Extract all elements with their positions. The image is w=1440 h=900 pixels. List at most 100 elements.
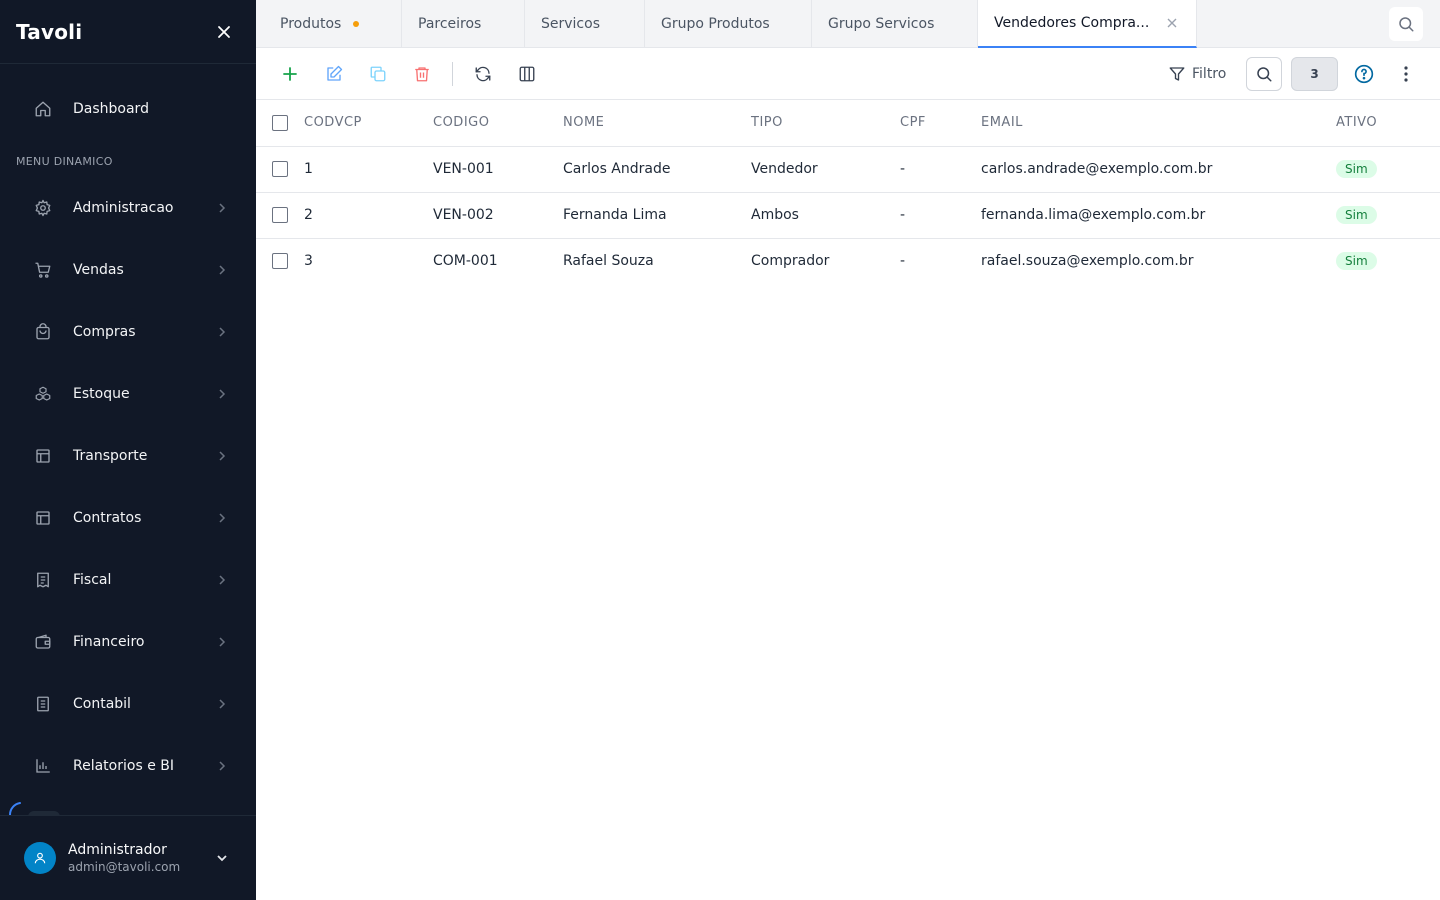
tab-produtos[interactable]: Produtos xyxy=(256,0,402,48)
sidebar-item-transporte[interactable]: Transporte xyxy=(16,432,240,480)
sidebar-item-relatorios-bi[interactable]: Relatorios e BI xyxy=(16,742,240,790)
row-select-cell xyxy=(256,238,304,284)
sidebar-header: Tavoli xyxy=(0,0,256,64)
table-row[interactable]: 3 COM-001 Rafael Souza Comprador - rafae… xyxy=(256,238,1440,284)
cell-nome: Rafael Souza xyxy=(563,253,654,270)
help-button[interactable] xyxy=(1351,61,1377,87)
sidebar-item-label: Contratos xyxy=(73,510,142,526)
tab-grupo-produtos[interactable]: Grupo Produtos xyxy=(645,0,812,48)
close-sidebar-button[interactable] xyxy=(212,20,236,44)
sidebar-item-compras[interactable]: Compras xyxy=(16,308,240,356)
column-header-cpf[interactable]: CPF xyxy=(900,100,981,147)
sidebar-item-administracao[interactable]: Administracao xyxy=(16,184,240,232)
edit-icon xyxy=(327,65,343,81)
user-icon xyxy=(34,852,46,864)
cell-nome: Fernanda Lima xyxy=(563,192,751,239)
table-search-button[interactable] xyxy=(1246,57,1282,91)
cell-email: fernanda.lima@exemplo.com.br xyxy=(981,192,1336,239)
tab-servicos[interactable]: Servicos xyxy=(525,0,645,48)
cell-codigo: COM-001 xyxy=(433,253,498,270)
tab-label: Grupo Servicos xyxy=(828,16,935,32)
cell-ativo: Sim xyxy=(1336,192,1440,239)
sidebar: Tavoli Dashboard MENU DINAMICO Administr… xyxy=(0,0,256,900)
sidebar-item-label: Relatorios e BI xyxy=(73,758,174,774)
sidebar-item-contabil[interactable]: Contabil xyxy=(16,680,240,728)
help-icon xyxy=(1354,64,1374,84)
cell-codigo: VEN-002 xyxy=(433,192,563,239)
close-tab-icon[interactable] xyxy=(1165,16,1179,30)
cell-codigo: VEN-001 xyxy=(433,146,563,193)
home-icon xyxy=(30,96,56,122)
cell-tipo: Ambos xyxy=(751,192,900,239)
trash-icon xyxy=(415,67,429,82)
sidebar-item-label: Administracao xyxy=(73,200,174,216)
tab-vendedores-compradores[interactable]: Vendedores Compra... xyxy=(978,0,1197,48)
row-checkbox[interactable] xyxy=(272,207,288,223)
receipt-icon xyxy=(30,567,56,593)
layout-icon xyxy=(30,443,56,469)
refresh-icon xyxy=(475,66,491,82)
sidebar-nav: Dashboard MENU DINAMICO Administracao Ve… xyxy=(0,64,256,815)
data-table: CODVCP CODIGO NOME TIPO CPF EMAIL ATIVO … xyxy=(256,100,1440,284)
menu-section-label: MENU DINAMICO xyxy=(16,155,113,168)
cell-tipo: Comprador xyxy=(751,253,830,270)
select-all-checkbox[interactable] xyxy=(272,114,288,131)
user-name: Administrador xyxy=(68,842,167,858)
duplicate-button[interactable] xyxy=(364,60,392,88)
gear-icon xyxy=(30,195,56,221)
tab-parceiros[interactable]: Parceiros xyxy=(402,0,525,48)
sidebar-item-contratos[interactable]: Contratos xyxy=(16,494,240,542)
more-options-button[interactable] xyxy=(1396,61,1416,87)
sidebar-item-vendas[interactable]: Vendas xyxy=(16,246,240,294)
tab-label: Servicos xyxy=(541,16,600,32)
main-content: Produtos Parceiros Servicos Grupo Produt… xyxy=(256,0,1440,900)
sidebar-item-financeiro[interactable]: Financeiro xyxy=(16,618,240,666)
sidebar-item-dashboard[interactable]: Dashboard xyxy=(16,85,240,133)
chevron-right-icon xyxy=(212,694,232,714)
edit-button[interactable] xyxy=(320,60,348,88)
bar-chart-icon xyxy=(30,753,56,779)
sidebar-item-label: Fiscal xyxy=(73,572,112,588)
wallet-icon xyxy=(30,629,56,655)
toolbar: Filtro 3 xyxy=(256,48,1440,100)
tab-label: Vendedores Compra... xyxy=(994,15,1150,31)
tab-bar: Produtos Parceiros Servicos Grupo Produt… xyxy=(256,0,1440,48)
table-header-row: CODVCP CODIGO NOME TIPO CPF EMAIL ATIVO xyxy=(256,100,1440,147)
app-title: Tavoli xyxy=(16,19,83,44)
chevron-right-icon xyxy=(212,632,232,652)
boxes-icon xyxy=(30,381,56,407)
delete-button[interactable] xyxy=(408,60,436,88)
sidebar-item-estoque[interactable]: Estoque xyxy=(16,370,240,418)
columns-button[interactable] xyxy=(513,60,541,88)
column-header-codigo[interactable]: CODIGO xyxy=(433,100,563,147)
row-checkbox[interactable] xyxy=(272,253,288,270)
sidebar-item-fiscal[interactable]: Fiscal xyxy=(16,556,240,604)
user-info: Administrador admin@tavoli.com xyxy=(68,842,212,874)
column-header-codvcp[interactable]: CODVCP xyxy=(304,100,433,147)
cell-nome: Carlos Andrade xyxy=(563,146,751,193)
tab-label: Parceiros xyxy=(418,16,482,32)
status-badge: Sim xyxy=(1336,160,1377,178)
chevron-down-icon xyxy=(212,848,232,868)
column-header-ativo[interactable]: ATIVO xyxy=(1336,100,1440,147)
column-header-nome[interactable]: NOME xyxy=(563,100,751,147)
table-row[interactable]: 1 VEN-001 Carlos Andrade Vendedor - carl… xyxy=(256,146,1440,193)
status-badge: Sim xyxy=(1336,252,1377,271)
filter-button[interactable]: Filtro xyxy=(1168,60,1226,88)
chevron-right-icon xyxy=(212,384,232,404)
layout-icon xyxy=(30,505,56,531)
chevron-right-icon xyxy=(212,508,232,528)
close-icon xyxy=(218,25,230,38)
add-button[interactable] xyxy=(276,60,304,88)
chevron-right-icon xyxy=(212,446,232,466)
row-checkbox[interactable] xyxy=(272,161,288,177)
table-row[interactable]: 2 VEN-002 Fernanda Lima Ambos - fernanda… xyxy=(256,192,1440,239)
column-header-email[interactable]: EMAIL xyxy=(981,100,1336,147)
sidebar-item-label: Dashboard xyxy=(73,101,149,117)
columns-icon xyxy=(519,66,535,82)
user-menu[interactable]: Administrador admin@tavoli.com xyxy=(0,815,256,900)
tab-search-button[interactable] xyxy=(1389,7,1423,41)
column-header-tipo[interactable]: TIPO xyxy=(751,100,900,147)
tab-grupo-servicos[interactable]: Grupo Servicos xyxy=(812,0,978,48)
refresh-button[interactable] xyxy=(469,60,497,88)
